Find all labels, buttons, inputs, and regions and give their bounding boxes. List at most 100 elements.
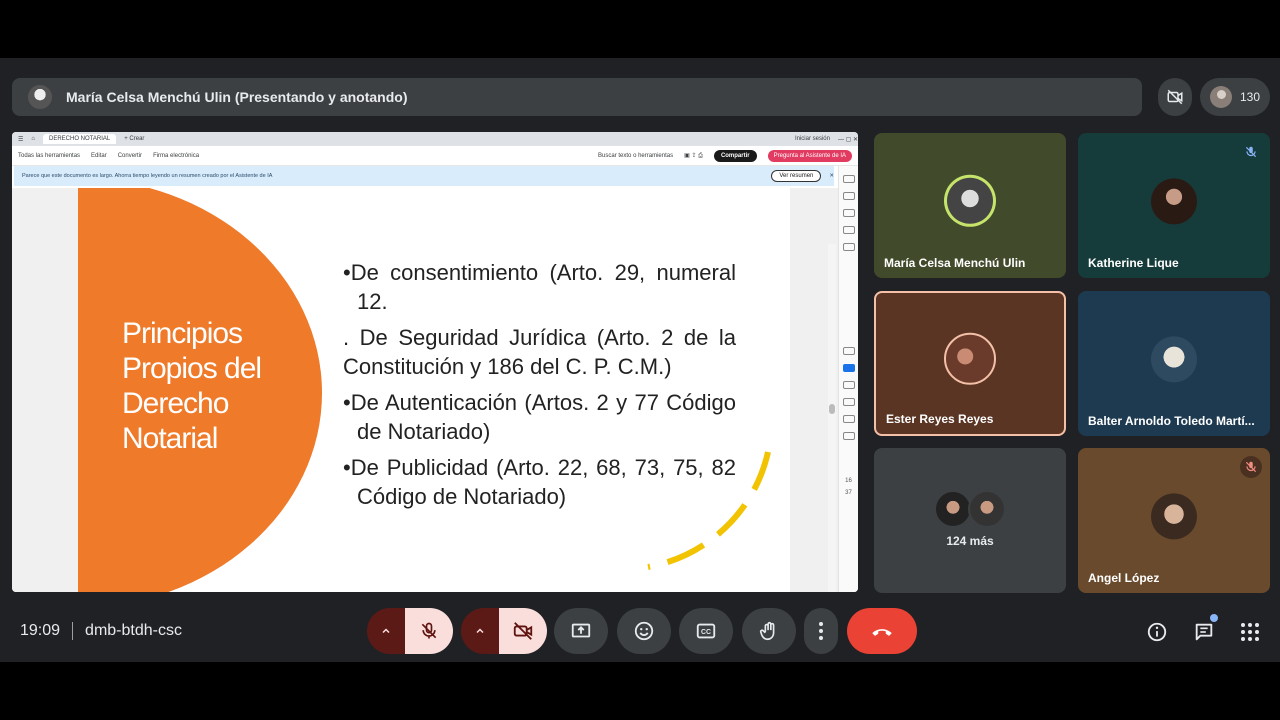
bullet-item: •De consentimiento (Arto. 29, numeral 12… — [343, 260, 736, 314]
participant-name: Balter Arnoldo Toledo Martí... — [1088, 414, 1255, 428]
new-tab-button: + Crear — [124, 136, 145, 142]
chevron-up-icon — [382, 628, 390, 634]
camera-options-button[interactable] — [461, 608, 499, 654]
captions-button[interactable]: CC — [679, 608, 733, 654]
tab-derecho-notarial: DERECHO NOTARIAL — [43, 134, 117, 144]
toolbar-search: Buscar texto o herramientas — [598, 152, 674, 159]
ai-summary-notice: Parece que este documento es largo. Ahor… — [14, 166, 834, 186]
participant-name: María Celsa Menchú Ulin — [884, 256, 1026, 270]
info-icon — [1147, 622, 1167, 642]
participant-name: Katherine Lique — [1088, 256, 1179, 270]
raise-hand-icon — [759, 621, 775, 641]
mic-off-icon — [421, 622, 437, 639]
participant-name: Ester Reyes Reyes — [886, 412, 994, 426]
meet-app: María Celsa Menchú Ulin (Presentando y a… — [0, 58, 1280, 662]
bullet-item: •De Autenticación (Artos. 2 y 77 Código … — [343, 390, 736, 444]
decorative-arc — [647, 451, 771, 570]
meeting-info: 19:09 dmb-btdh-csc — [20, 622, 182, 640]
tool-icon — [842, 347, 855, 355]
browser-tab-strip: ☰ ⌂ DERECHO NOTARIAL + Crear Iniciar ses… — [12, 132, 858, 146]
svg-text:CC: CC — [701, 629, 711, 636]
people-avatar-icon — [1209, 86, 1232, 108]
raise-hand-button[interactable] — [742, 608, 796, 654]
select-cursor-icon — [842, 364, 855, 372]
clock: 19:09 — [20, 622, 61, 639]
present-icon — [571, 623, 591, 638]
activities-button[interactable] — [1238, 620, 1262, 644]
emoji-icon — [634, 621, 654, 641]
toolbar-convert: Convertir — [117, 152, 143, 159]
window-controls-icon: — ▢ ✕ — [837, 136, 858, 143]
pdf-tool-sidebar: 16 37 — [838, 166, 858, 592]
avatar — [1151, 177, 1197, 224]
presenter-avatar — [28, 85, 52, 109]
toolbar-all-tools: Todas las herramientas — [18, 152, 81, 159]
present-button[interactable] — [554, 608, 608, 654]
tool-icon — [842, 192, 855, 200]
end-call-button[interactable] — [847, 608, 917, 654]
more-options-button[interactable] — [804, 608, 838, 654]
home-icon: ⌂ — [31, 136, 36, 142]
tool-icon — [842, 209, 855, 217]
slide-title: Principios Propios del Derecho Notarial — [122, 317, 262, 455]
participant-tile[interactable]: María Celsa Menchú Ulin — [874, 133, 1066, 278]
pdf-toolbar: Todas las herramientas Editar Convertir … — [12, 146, 858, 166]
meeting-code: dmb-btdh-csc — [85, 622, 182, 639]
document-scrollbar — [828, 244, 836, 592]
avatar — [1151, 335, 1197, 382]
mic-control — [367, 608, 453, 654]
avatar — [944, 174, 996, 227]
toolbar-esign: Firma electrónica — [153, 152, 200, 159]
page-current: 16 — [845, 478, 852, 484]
presenter-bar: María Celsa Menchú Ulin (Presentando y a… — [12, 78, 1142, 116]
video-off-icon — [1167, 89, 1183, 105]
end-call-icon — [872, 629, 892, 636]
chat-icon — [1195, 623, 1213, 641]
captions-icon: CC — [696, 623, 716, 639]
notification-dot — [1210, 614, 1218, 622]
tool-icon — [842, 243, 855, 251]
zoom-icon — [842, 381, 855, 389]
avatar — [1151, 492, 1197, 539]
presenter-label: María Celsa Menchú Ulin (Presentando y a… — [66, 89, 408, 105]
tool-icon — [842, 226, 855, 234]
people-button[interactable]: 130 — [1200, 78, 1270, 116]
avatar — [934, 490, 972, 528]
page-total: 37 — [845, 490, 852, 496]
avatar — [944, 332, 996, 385]
mic-off-icon — [1240, 456, 1262, 478]
participant-count: 130 — [1239, 90, 1261, 104]
notice-summary-button: Ver resumen — [771, 170, 822, 182]
text-icon — [842, 432, 855, 440]
pen-icon — [842, 398, 855, 406]
notice-close-icon: ✕ — [829, 173, 834, 179]
toolbar-edit: Editar — [91, 152, 107, 159]
participant-tile-active[interactable]: Ester Reyes Reyes — [874, 291, 1066, 436]
avatar — [968, 490, 1006, 528]
participant-tile[interactable]: Balter Arnoldo Toledo Martí... — [1078, 291, 1270, 436]
emoji-button[interactable] — [617, 608, 671, 654]
chat-button[interactable] — [1192, 614, 1218, 644]
slide: Principios Propios del Derecho Notarial … — [78, 188, 790, 592]
shared-screen: ☰ ⌂ DERECHO NOTARIAL + Crear Iniciar ses… — [12, 132, 858, 592]
camera-off-icon — [513, 622, 533, 640]
participant-tile[interactable]: Angel López — [1078, 448, 1270, 593]
mic-toggle-button[interactable] — [405, 608, 453, 654]
participant-tile[interactable]: Katherine Lique — [1078, 133, 1270, 278]
mic-options-button[interactable] — [367, 608, 405, 654]
participant-name: Angel López — [1088, 571, 1160, 585]
tool-icon — [842, 175, 855, 183]
activities-icon — [1241, 623, 1259, 641]
eraser-icon — [842, 415, 855, 423]
more-participants-tile[interactable]: 124 más — [874, 448, 1066, 593]
toolbar-share-button: Compartir — [713, 149, 757, 162]
chevron-up-icon — [476, 628, 484, 634]
meeting-details-button[interactable] — [1145, 620, 1169, 644]
mic-off-icon — [1240, 141, 1262, 163]
more-participants-label: 124 más — [946, 534, 994, 548]
more-icon — [819, 622, 823, 640]
toolbar-icons: ▣ ⇪ ⎙ — [684, 152, 703, 159]
hide-tile-button[interactable] — [1158, 78, 1192, 116]
camera-toggle-button[interactable] — [499, 608, 547, 654]
camera-control — [461, 608, 547, 654]
